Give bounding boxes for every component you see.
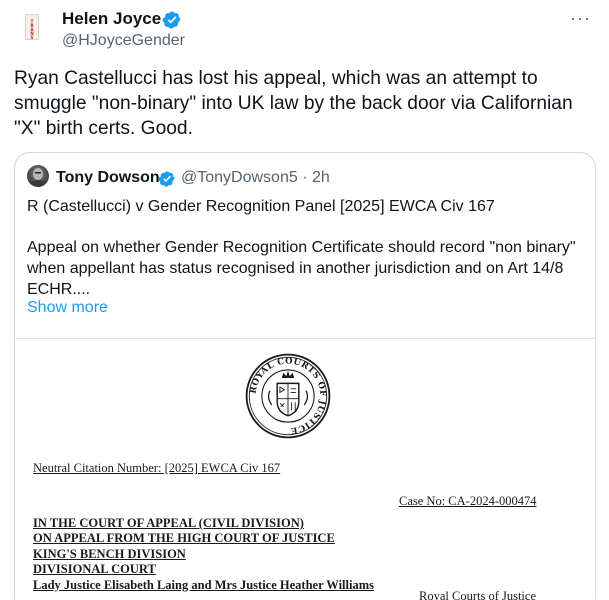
- tweet: TRANS Helen Joyce @HJoyceGender ··· Ryan…: [0, 0, 609, 600]
- court-line: Lady Justice Elisabeth Laing and Mrs Jus…: [33, 577, 374, 592]
- judgment-document-image[interactable]: ROYAL COURTS OF JUSTICE Neutral Citation…: [15, 338, 595, 600]
- court-heading: IN THE COURT OF APPEAL (CIVIL DIVISION) …: [33, 516, 374, 593]
- court-line: DIVISIONAL COURT: [33, 562, 156, 577]
- book-cover-text: TRANS: [30, 19, 34, 40]
- quoted-author-avatar[interactable]: [27, 165, 49, 187]
- court-line: KING'S BENCH DIVISION: [33, 546, 186, 561]
- court-line: IN THE COURT OF APPEAL (CIVIL DIVISION): [33, 516, 304, 530]
- author-handle[interactable]: @HJoyceGender: [62, 32, 185, 50]
- court-line: ON APPEAL FROM THE HIGH COURT OF JUSTICE: [33, 531, 335, 546]
- royal-courts-seal-icon: ROYAL COURTS OF JUSTICE: [245, 353, 331, 439]
- verified-badge-icon: [162, 11, 181, 29]
- royal-courts-address: Royal Courts of Justice: [419, 589, 537, 600]
- tweet-text: Ryan Castellucci has lost his appeal, wh…: [14, 68, 573, 139]
- neutral-citation: Neutral Citation Number: [2025] EWCA Civ…: [33, 461, 281, 475]
- quoted-verified-badge-icon: [158, 171, 175, 187]
- portrait-icon: [29, 168, 47, 187]
- show-more-link[interactable]: Show more: [27, 299, 108, 317]
- book-cover-image: TRANS: [25, 14, 39, 40]
- case-number: Case No: CA-2024-000474: [399, 494, 537, 508]
- more-options-icon[interactable]: ···: [570, 8, 591, 29]
- quoted-text-body: Appeal on whether Gender Recognition Cer…: [27, 239, 576, 298]
- author-name[interactable]: Helen Joyce: [62, 9, 161, 29]
- quoted-handle-time[interactable]: @TonyDowson5 · 2h: [181, 169, 330, 187]
- quoted-text-title: R (Castellucci) v Gender Recognition Pan…: [27, 198, 495, 215]
- author-avatar[interactable]: TRANS: [14, 10, 50, 46]
- quoted-tweet[interactable]: Tony Dowson @TonyDowson5 · 2h R (Castell…: [14, 152, 596, 600]
- quoted-author-name[interactable]: Tony Dowson: [56, 169, 160, 187]
